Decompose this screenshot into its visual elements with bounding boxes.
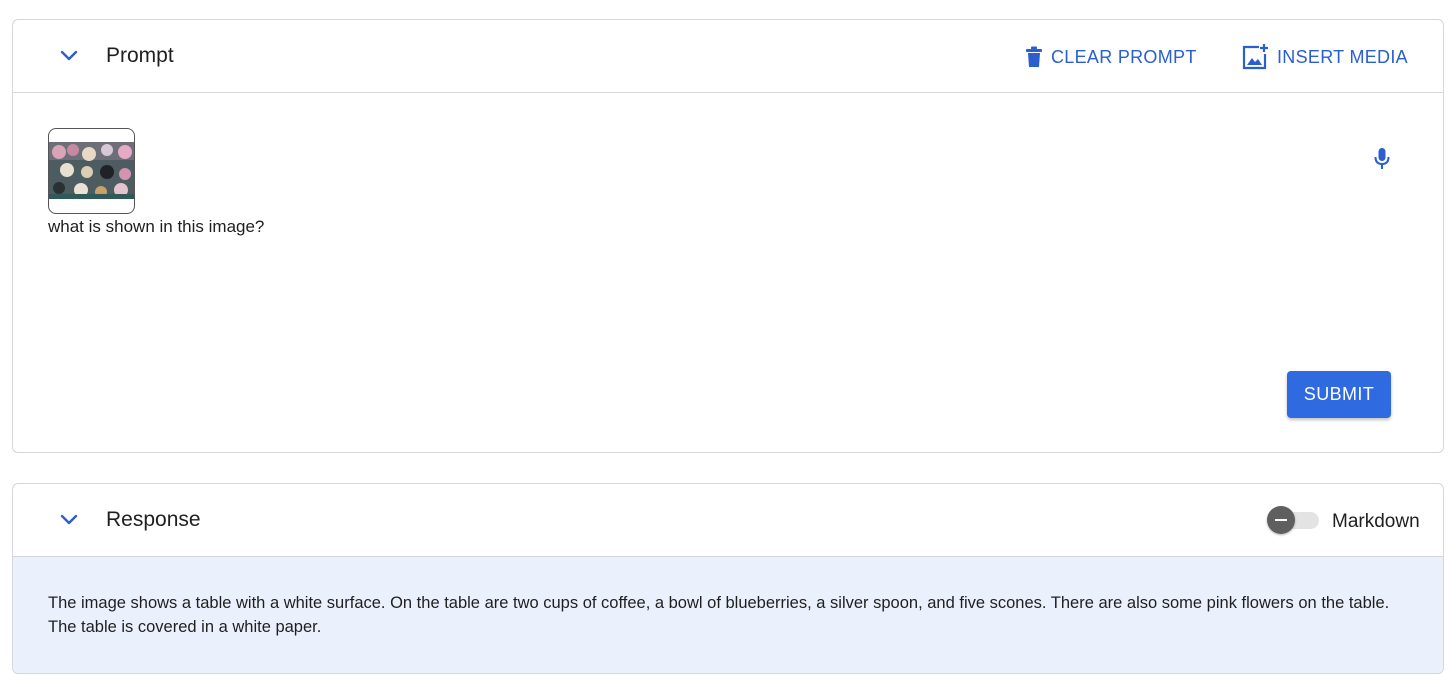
response-text: The image shows a table with a white sur… — [48, 594, 1390, 636]
markdown-toggle[interactable] — [1267, 506, 1321, 534]
attached-image — [49, 142, 134, 199]
attached-image-thumbnail[interactable] — [48, 128, 135, 214]
trash-icon — [1026, 46, 1042, 67]
markdown-label: Markdown — [1332, 511, 1420, 532]
response-title: Response — [106, 508, 201, 531]
clear-prompt-button[interactable]: CLEAR PROMPT — [1025, 42, 1197, 72]
chevron-down-icon[interactable] — [57, 510, 81, 530]
prompt-input[interactable]: what is shown in this image? — [48, 217, 264, 237]
add-photo-icon — [1242, 44, 1268, 70]
prompt-title: Prompt — [106, 44, 174, 67]
insert-media-button[interactable]: INSERT MEDIA — [1241, 42, 1408, 72]
mic-icon[interactable] — [1373, 147, 1391, 171]
submit-button[interactable]: SUBMIT — [1287, 371, 1391, 418]
prompt-header: Prompt CLEAR PROMPT INSERT MEDIA — [13, 20, 1443, 93]
response-card: Response Markdown The image shows a tabl… — [12, 483, 1444, 674]
chevron-down-icon[interactable] — [57, 46, 81, 66]
clear-prompt-label: CLEAR PROMPT — [1051, 46, 1197, 67]
response-header: Response Markdown — [13, 484, 1443, 557]
toggle-knob — [1267, 506, 1295, 534]
response-body: The image shows a table with a white sur… — [13, 557, 1443, 673]
insert-media-label: INSERT MEDIA — [1277, 46, 1408, 67]
prompt-card: Prompt CLEAR PROMPT INSERT MEDIA what is… — [12, 19, 1444, 453]
